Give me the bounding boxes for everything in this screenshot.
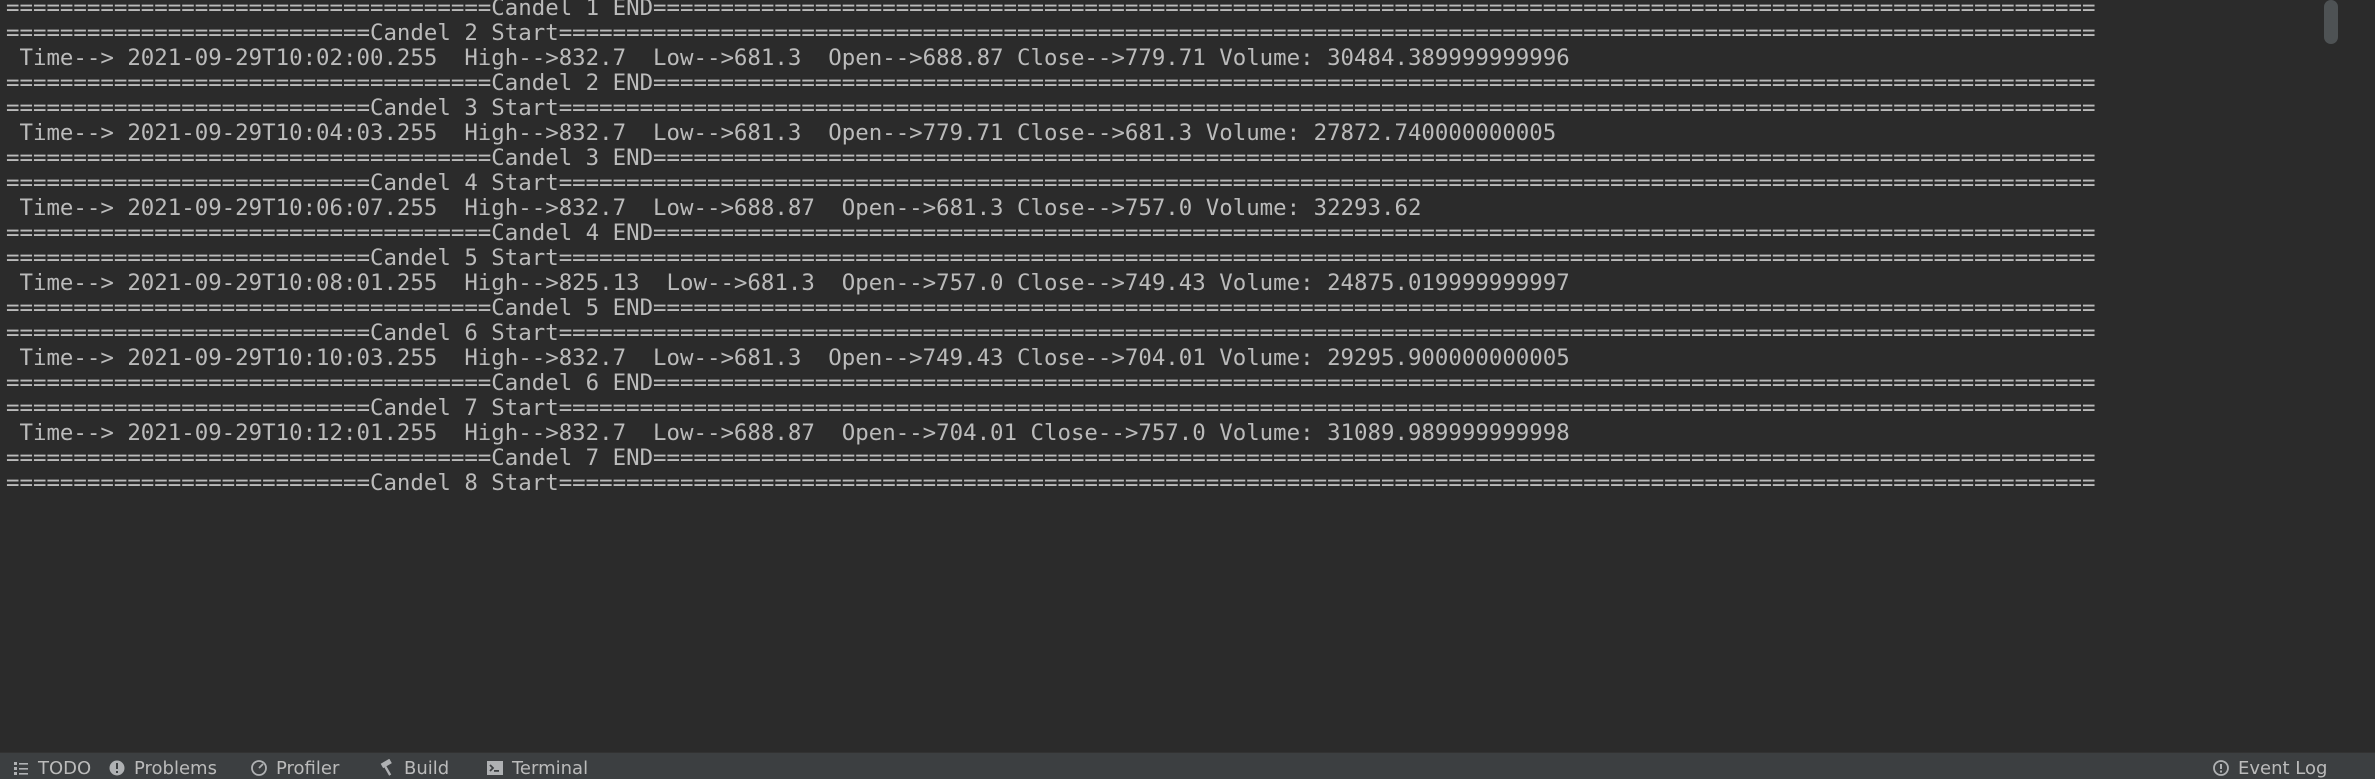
- vertical-scrollbar-track[interactable]: [2320, 0, 2375, 752]
- console-line-candle-4-data: Time--> 2021-09-29T10:06:07.255 High-->8…: [6, 195, 1422, 221]
- todo-tool-button[interactable]: TODO: [12, 759, 91, 779]
- build-tool-label: Build: [404, 758, 450, 779]
- console-line-candle-2-end: ====================================Cand…: [6, 70, 2096, 96]
- warning-circle-icon: [109, 760, 125, 776]
- tool-window-bar: TODO Problems Profiler Build Terminal Ev…: [0, 752, 2375, 779]
- console-line-candle-5-end: ====================================Cand…: [6, 295, 2096, 321]
- terminal-tool-label: Terminal: [512, 758, 589, 779]
- console-line-candle-7-data: Time--> 2021-09-29T10:12:01.255 High-->8…: [6, 420, 1570, 446]
- hammer-icon: [380, 759, 392, 776]
- todo-tool-label: TODO: [38, 758, 92, 779]
- console-line-candle-4-start: ===========================Candel 4 Star…: [6, 170, 2096, 196]
- terminal-tool-button[interactable]: Terminal: [486, 759, 588, 779]
- console-line-candle-6-start: ===========================Candel 6 Star…: [6, 320, 2096, 346]
- console-line-candle-5-start: ===========================Candel 5 Star…: [6, 245, 2096, 271]
- gauge-icon: [251, 760, 267, 776]
- console-line-candle-8-start: ===========================Candel 8 Star…: [6, 470, 2096, 496]
- console-line-candle-4-end: ====================================Cand…: [6, 220, 2096, 246]
- event-log-tool-label: Event Log: [2238, 758, 2328, 779]
- build-tool-button[interactable]: Build: [378, 759, 449, 779]
- console-line-candle-2-start: ===========================Candel 2 Star…: [6, 20, 2096, 46]
- vertical-scrollbar-thumb[interactable]: [2324, 0, 2338, 44]
- console-line-candle-6-data: Time--> 2021-09-29T10:10:03.255 High-->8…: [6, 345, 1570, 371]
- run-console-output[interactable]: ====================================Cand…: [0, 0, 2320, 752]
- profiler-tool-button[interactable]: Profiler: [250, 759, 339, 779]
- event-log-icon: [2213, 760, 2229, 776]
- problems-tool-label: Problems: [134, 758, 217, 779]
- console-line-candle-3-start: ===========================Candel 3 Star…: [6, 95, 2096, 121]
- console-line-candle-3-end: ====================================Cand…: [6, 145, 2096, 171]
- profiler-tool-label: Profiler: [276, 758, 340, 779]
- event-log-tool-button[interactable]: Event Log: [2212, 759, 2327, 779]
- list-icon: [14, 762, 28, 775]
- terminal-icon: [487, 761, 503, 775]
- console-line-candle-6-end: ====================================Cand…: [6, 370, 2096, 396]
- console-line-candle-7-start: ===========================Candel 7 Star…: [6, 395, 2096, 421]
- console-line-candle-2-data: Time--> 2021-09-29T10:02:00.255 High-->8…: [6, 45, 1570, 71]
- console-line-candle-7-end: ====================================Cand…: [6, 445, 2096, 471]
- problems-tool-button[interactable]: Problems: [108, 759, 217, 779]
- console-line-candle-5-data: Time--> 2021-09-29T10:08:01.255 High-->8…: [6, 270, 1570, 296]
- console-line-candle-3-data: Time--> 2021-09-29T10:04:03.255 High-->8…: [6, 120, 1557, 146]
